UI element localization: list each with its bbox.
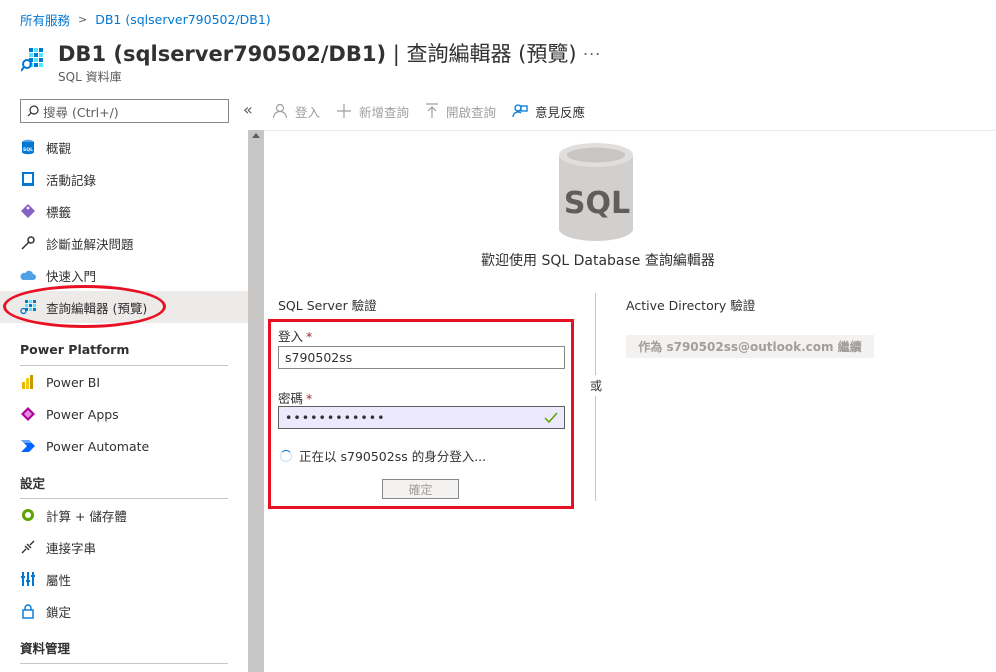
plus-icon — [337, 104, 352, 118]
page-title-resource: DB1 (sqlserver790502/DB1) — [58, 42, 387, 66]
breadcrumb-current-link[interactable]: DB1 (sqlserver790502/DB1) — [95, 12, 270, 27]
scroll-up-arrow-icon[interactable] — [252, 133, 260, 138]
sql-auth-title: SQL Server 驗證 — [278, 298, 377, 313]
page-subtitle: SQL 資料庫 — [58, 70, 122, 84]
login-button-label: 登入 — [295, 104, 321, 120]
feedback-icon — [512, 104, 528, 118]
sidebar-item-label: 快速入門 — [46, 268, 97, 284]
login-button[interactable]: 登入 — [272, 102, 320, 121]
sidebar-item-label: Power Automate — [46, 438, 150, 454]
sidebar-item-activity-log[interactable]: 活動記錄 — [0, 163, 248, 195]
sidebar-item-power-apps[interactable]: Power Apps — [0, 398, 248, 430]
sidebar: SQL 概觀 活動記錄 標籤 診斷並解決問題 快速入門 查詢編輯器 (預覽) P… — [0, 131, 248, 664]
sidebar-scrollbar[interactable] — [248, 130, 264, 672]
sidebar-item-label: Power Apps — [46, 406, 119, 422]
sidebar-item-overview[interactable]: SQL 概觀 — [0, 131, 248, 163]
power-bi-icon — [20, 374, 36, 390]
sidebar-item-label: 屬性 — [46, 572, 72, 588]
properties-icon — [20, 571, 36, 587]
person-icon — [272, 103, 288, 119]
sidebar-item-compute-storage[interactable]: 計算 + 儲存體 — [0, 499, 248, 531]
command-toolbar: 登入 新增查詢 開啟查詢 意見反應 — [272, 99, 601, 123]
ad-continue-button[interactable]: 作為 s790502ss@outlook.com 繼續 — [626, 335, 874, 358]
auth-divider — [595, 293, 596, 501]
sidebar-item-locks[interactable]: 鎖定 — [0, 595, 248, 627]
breadcrumb-root-link[interactable]: 所有服務 — [20, 10, 70, 29]
section-divider — [20, 663, 228, 664]
svg-text:SQL: SQL — [23, 147, 33, 153]
sidebar-item-connection-strings[interactable]: 連接字串 — [0, 531, 248, 563]
sidebar-item-label: 計算 + 儲存體 — [46, 508, 127, 524]
feedback-label: 意見反應 — [535, 104, 586, 120]
search-input[interactable]: 搜尋 (Ctrl+/) — [20, 99, 229, 123]
sidebar-item-label: 標籤 — [46, 204, 72, 220]
search-placeholder: 搜尋 (Ctrl+/) — [43, 104, 119, 120]
lock-icon — [20, 603, 36, 619]
sql-logo-text: SQL — [564, 186, 630, 221]
compute-icon — [20, 507, 36, 523]
page-title: DB1 (sqlserver790502/DB1) | 查詢編輯器 (預覽) — [58, 38, 577, 68]
query-editor-icon — [21, 48, 43, 72]
breadcrumb: 所有服務 > DB1 (sqlserver790502/DB1) — [20, 10, 271, 29]
more-options-button[interactable]: ... — [583, 40, 601, 59]
sql-database-logo-icon: SQL — [559, 143, 633, 241]
highlight-box — [268, 319, 574, 509]
new-query-button[interactable]: 新增查詢 — [336, 102, 409, 121]
collapse-sidebar-button[interactable]: « — [243, 100, 253, 119]
sidebar-item-quickstart[interactable]: 快速入門 — [0, 259, 248, 291]
sidebar-item-tags[interactable]: 標籤 — [0, 195, 248, 227]
plug-icon — [20, 539, 36, 555]
power-apps-icon — [20, 406, 36, 422]
wrench-icon — [20, 235, 36, 251]
upload-arrow-icon — [426, 103, 439, 118]
activity-log-icon — [20, 171, 36, 187]
section-title-settings: 設定 — [20, 475, 46, 491]
sidebar-item-properties[interactable]: 屬性 — [0, 563, 248, 595]
page-title-blade: | 查詢編輯器 (預覽) — [386, 42, 577, 66]
chevron-right-icon: > — [78, 13, 88, 26]
feedback-button[interactable]: 意見反應 — [512, 102, 585, 121]
sql-db-icon: SQL — [20, 139, 36, 155]
sidebar-item-label: Power BI — [46, 374, 101, 390]
sidebar-item-power-automate[interactable]: Power Automate — [0, 430, 248, 462]
tag-icon — [20, 203, 36, 219]
sidebar-item-label: 鎖定 — [46, 604, 72, 620]
open-query-label: 開啟查詢 — [446, 104, 497, 120]
sidebar-item-label: 診斷並解決問題 — [46, 236, 134, 252]
power-automate-icon — [20, 438, 36, 454]
section-title-data-management: 資料管理 — [20, 640, 71, 656]
sidebar-item-diagnose[interactable]: 診斷並解決問題 — [0, 227, 248, 259]
sidebar-item-label: 概觀 — [46, 140, 72, 156]
sidebar-item-label: 活動記錄 — [46, 172, 97, 188]
ad-auth-title: Active Directory 驗證 — [626, 298, 756, 313]
highlight-oval — [3, 285, 166, 328]
cloud-icon — [20, 267, 36, 283]
toolbar-divider — [264, 130, 996, 131]
search-icon — [27, 105, 39, 117]
or-separator: 或 — [590, 375, 603, 396]
open-query-button[interactable]: 開啟查詢 — [425, 102, 496, 121]
new-query-label: 新增查詢 — [359, 104, 410, 120]
sidebar-item-power-bi[interactable]: Power BI — [0, 366, 248, 398]
sidebar-item-label: 連接字串 — [46, 540, 97, 556]
welcome-heading: 歡迎使用 SQL Database 查詢編輯器 — [481, 253, 715, 269]
section-title-power-platform: Power Platform — [20, 341, 130, 357]
